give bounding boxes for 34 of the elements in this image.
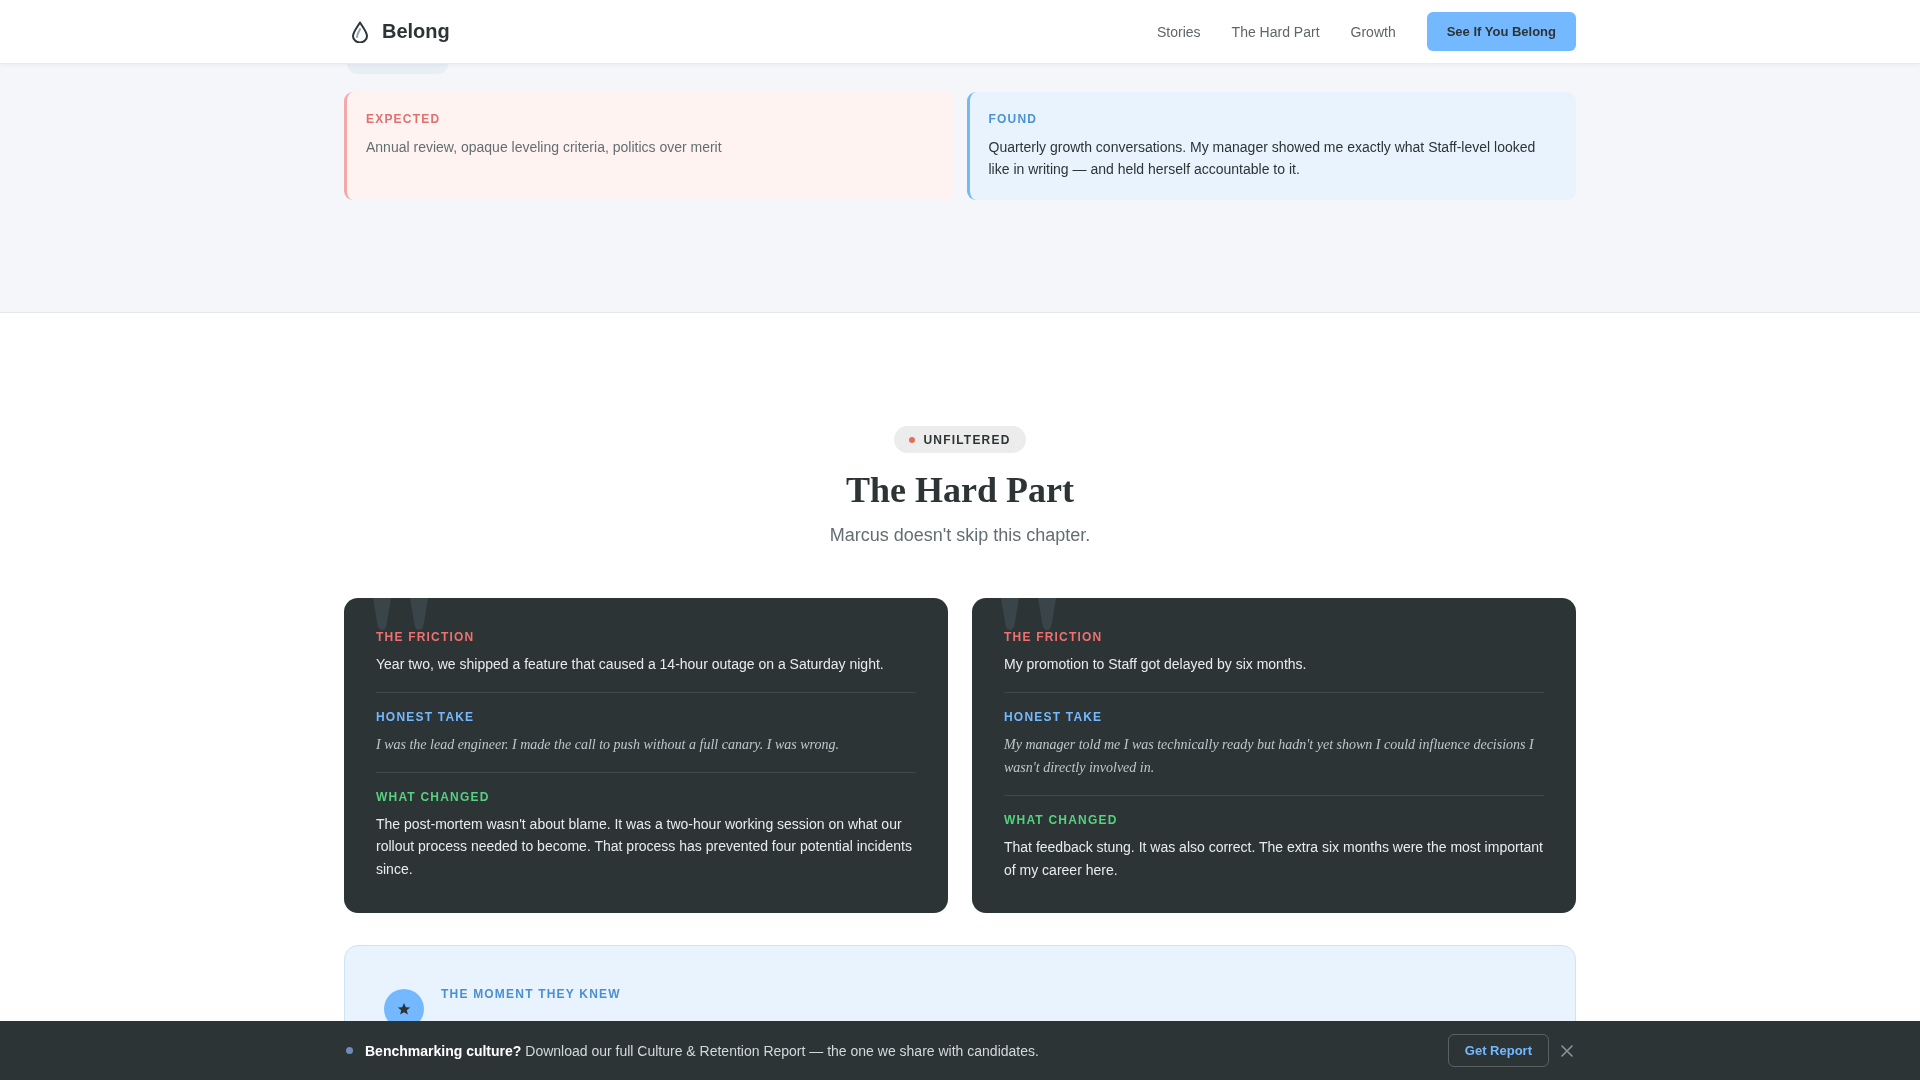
drop-logo-icon: [351, 20, 369, 43]
brand-link[interactable]: Belong: [344, 20, 450, 43]
section-label: HONEST TAKE: [376, 708, 476, 725]
outcome-text: The post-mortem wasn't about blame. It was a two-hour working session on what our rollout process needed to become. That process has prevented four potential incidents since.: [376, 814, 913, 879]
quote-mark-icon: [373, 598, 429, 630]
friction-text: Year two, we shipped a feature that caused a 14-hour outage on a Saturday night.: [376, 655, 885, 674]
get-report-button[interactable]: Get Report: [1447, 1034, 1549, 1067]
quote-mark-icon: [1001, 598, 1057, 630]
friction-text: My promotion to Staff got delayed by six months.: [1004, 655, 1308, 674]
honest-take-quote: My manager told me I was technically ready but hadn't yet shown I could influence decisions I wasn't directly involved in.: [1004, 735, 1535, 777]
cta-button[interactable]: See If You Belong: [1426, 12, 1576, 51]
moment-label: THE MOMENT THEY KNEW: [441, 986, 621, 1003]
nav-link[interactable]: The Hard Part: [1231, 23, 1320, 40]
section-label: THE FRICTION: [376, 629, 476, 645]
section-label: WHAT CHANGED: [376, 788, 491, 805]
section-label: WHAT CHANGED: [1004, 812, 1119, 828]
banner-message: Benchmarking culture? Download our full Culture & Retention Report — the one we share with candidates.: [365, 1042, 1039, 1059]
honest-take-quote: I was the lead engineer. I made the call to push without a full canary. I was wrong.: [376, 735, 840, 754]
outcome-text: That feedback stung. It was also correct. The extra six months were the most important of my career here.: [1004, 838, 1544, 880]
section-label: HONEST TAKE: [1004, 708, 1104, 725]
section-heading: The Hard Part: [845, 469, 1075, 512]
card-text: Annual review, opaque leveling criteria, politics over merit: [366, 138, 723, 157]
nav-link[interactable]: Growth: [1350, 23, 1396, 40]
card-text: Quarterly growth conversations. My manager showed me exactly what Staff-level looked like in writing — and held herself accountable to it.: [988, 138, 1537, 179]
section-subtitle: Marcus doesn't skip this chapter.: [828, 524, 1092, 546]
section-label: THE FRICTION: [1004, 629, 1104, 645]
dot-icon: [909, 436, 916, 443]
card-label: FOUND: [988, 111, 1039, 127]
card-label: EXPECTED: [366, 111, 442, 127]
close-button[interactable]: [1561, 1044, 1573, 1057]
section-badge: UNFILTERED: [894, 426, 1026, 453]
close-icon: [1561, 1044, 1573, 1057]
nav-link[interactable]: Stories: [1157, 23, 1201, 40]
dot-icon: [346, 1047, 353, 1054]
